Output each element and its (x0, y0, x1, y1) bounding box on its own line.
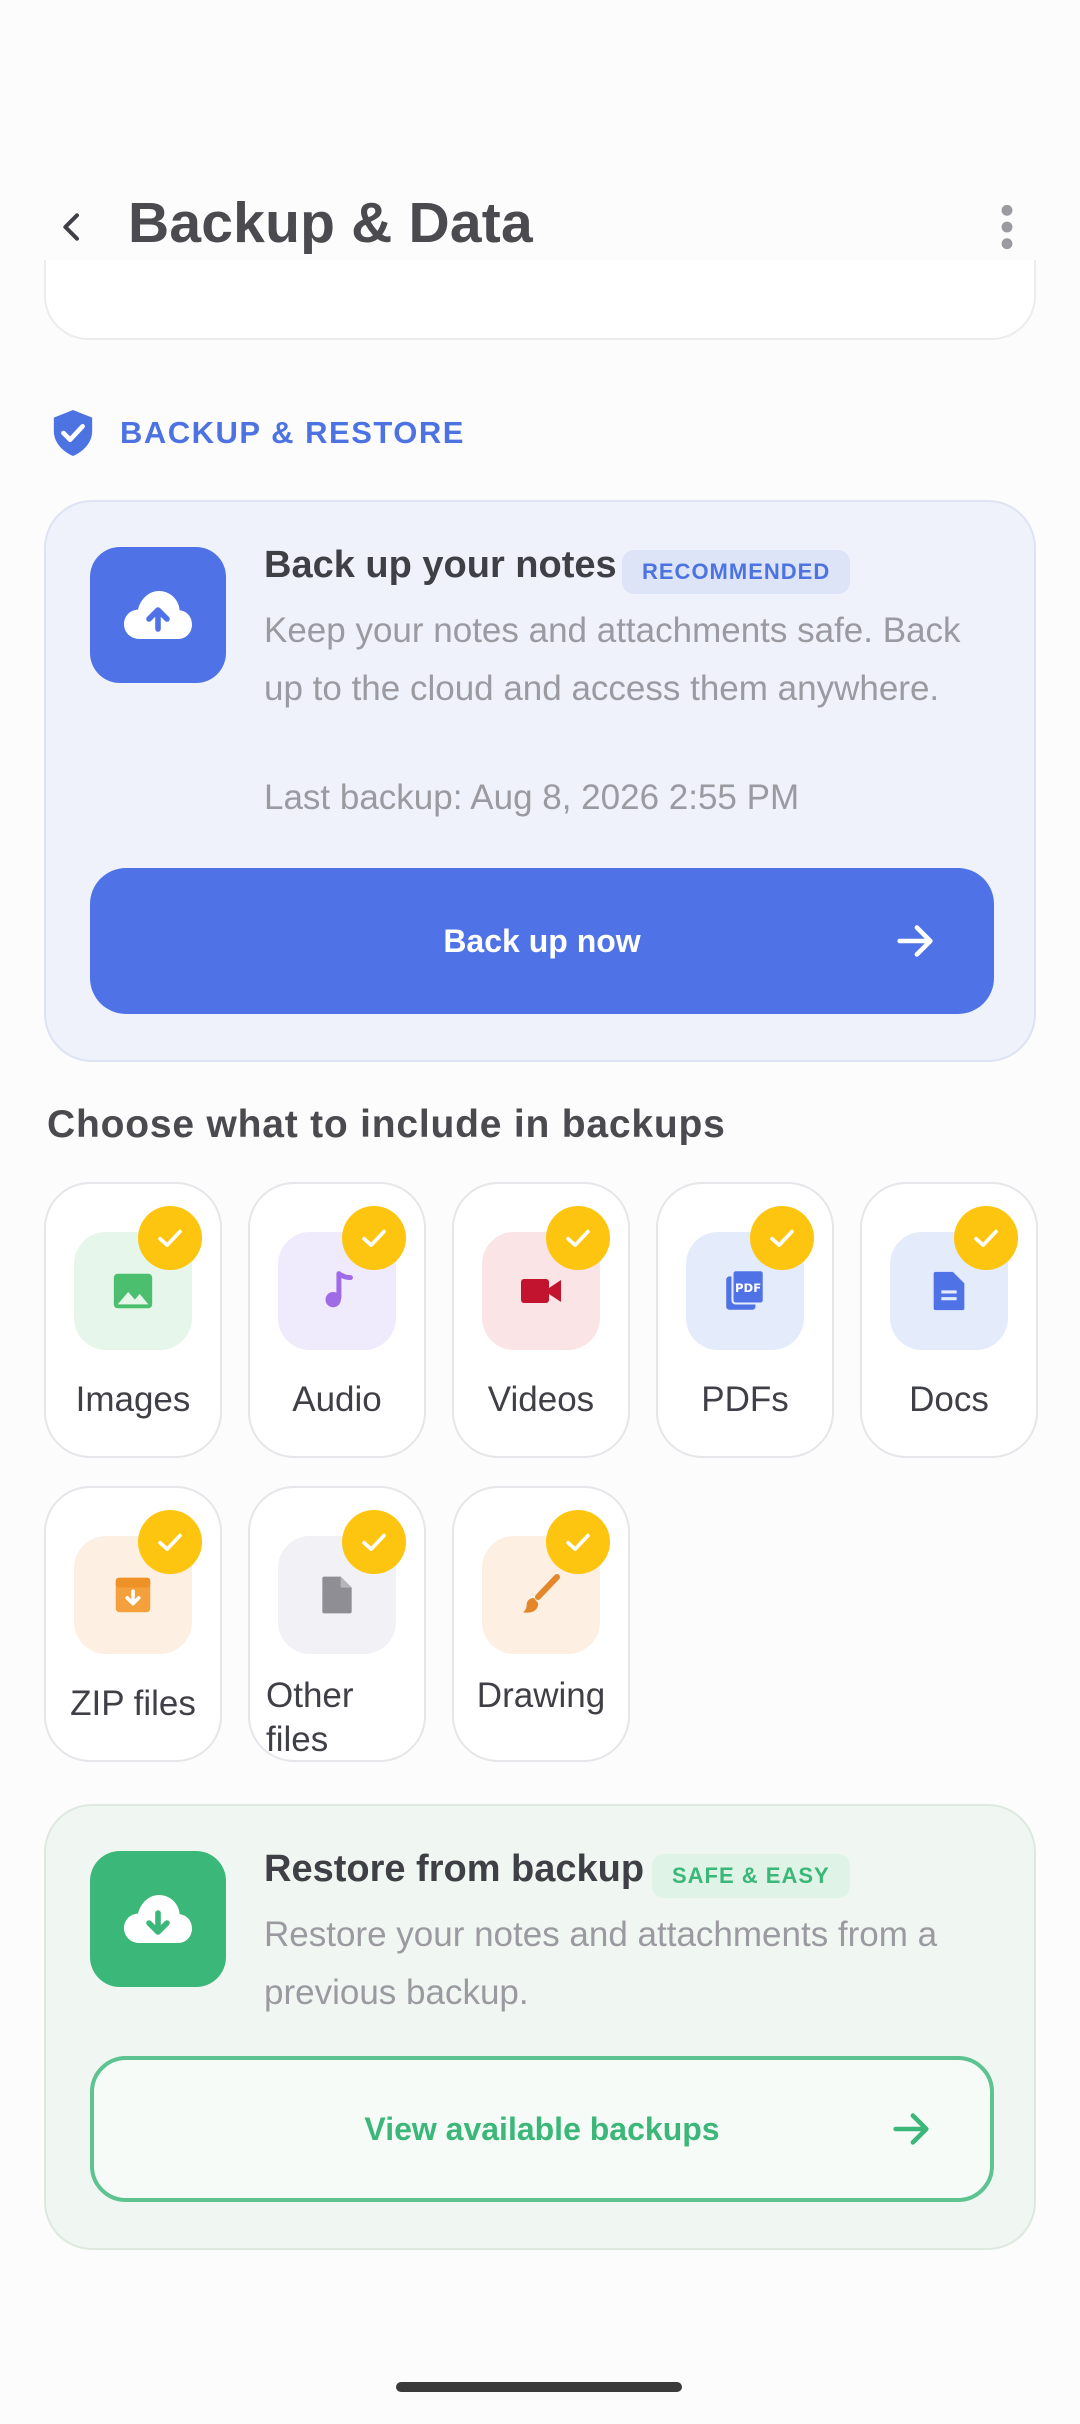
cloud-download-icon (124, 1895, 192, 1943)
backup-data-screen: Backup & Data BACKUP & RESTORE Back up y… (0, 0, 1080, 2424)
restore-card: Restore from backup SAFE & EASY Restore … (44, 1804, 1036, 2250)
restore-card-title: Restore from backup (264, 1848, 645, 1890)
home-indicator[interactable] (396, 2382, 682, 2392)
music-note-icon (325, 1271, 353, 1308)
include-section-title: Choose what to include in backups (47, 1103, 726, 1146)
file-icon (322, 1576, 352, 1614)
image-icon (113, 1273, 153, 1309)
back-up-now-button[interactable]: Back up now (90, 868, 994, 1014)
shield-check-icon (53, 410, 93, 456)
archive-icon (115, 1577, 151, 1613)
audio-check-icon (342, 1206, 406, 1270)
docs-check-icon (954, 1206, 1018, 1270)
include-tile-other-files[interactable]: Other files (248, 1486, 426, 1762)
more-vertical-icon (1001, 204, 1013, 250)
pdf-icon: PDF (726, 1269, 765, 1310)
include-tile-drawing[interactable]: Drawing (452, 1486, 630, 1762)
drawing-label: Drawing (476, 1676, 606, 1715)
view-available-backups-button[interactable]: View available backups (90, 2056, 994, 2202)
include-tile-pdfs[interactable]: PDF PDFs (656, 1182, 834, 1458)
brush-icon (523, 1574, 560, 1613)
include-tile-images[interactable]: Images (44, 1182, 222, 1458)
section-label: BACKUP & RESTORE (120, 415, 465, 450)
include-tile-audio[interactable]: Audio (248, 1182, 426, 1458)
backup-card-title: Back up your notes (264, 544, 617, 586)
pdfs-label: PDFs (701, 1380, 789, 1419)
chevron-left-icon (63, 213, 79, 241)
safe-easy-badge: SAFE & EASY (652, 1854, 850, 1898)
last-backup-text: Last backup: Aug 8, 2026 2:55 PM (264, 778, 800, 817)
include-tile-videos[interactable]: Videos (452, 1182, 630, 1458)
restore-card-description: Restore your notes and attachments from … (264, 1915, 938, 2012)
images-label: Images (75, 1380, 191, 1419)
back-button[interactable] (40, 195, 104, 259)
view-backups-label: View available backups (364, 2110, 720, 2147)
restore-icon-tile (90, 1851, 226, 1987)
include-tile-zip-files[interactable]: ZIP files (44, 1486, 222, 1762)
zip-check-icon (138, 1510, 202, 1574)
docs-label: Docs (909, 1380, 989, 1419)
video-camera-icon (521, 1279, 561, 1303)
other-files-label: Other files (266, 1676, 354, 1754)
videos-label: Videos (487, 1380, 595, 1419)
pdfs-check-icon (750, 1206, 814, 1270)
section-header: BACKUP & RESTORE (50, 405, 465, 461)
svg-text:PDF: PDF (735, 1281, 761, 1295)
backup-card-description: Keep your notes and attachments safe. Ba… (264, 611, 961, 708)
zip-files-label: ZIP files (70, 1684, 196, 1723)
include-tile-docs[interactable]: Docs (860, 1182, 1038, 1458)
more-options-button[interactable] (975, 195, 1039, 259)
previous-card-edge (44, 260, 1036, 340)
images-check-icon (138, 1206, 202, 1270)
backup-icon-tile (90, 547, 226, 683)
back-up-now-label: Back up now (443, 922, 641, 959)
recommended-badge: RECOMMENDED (622, 550, 851, 594)
audio-label: Audio (292, 1380, 382, 1419)
drawing-check-icon (546, 1510, 610, 1574)
arrow-right-icon (893, 2113, 929, 2145)
document-icon (933, 1271, 965, 1311)
page-title: Backup & Data (128, 191, 533, 255)
cloud-upload-icon (124, 591, 192, 639)
videos-check-icon (546, 1206, 610, 1270)
other-files-check-icon (342, 1510, 406, 1574)
backup-card: Back up your notes RECOMMENDED Keep your… (44, 500, 1036, 1062)
arrow-right-icon (897, 925, 933, 957)
